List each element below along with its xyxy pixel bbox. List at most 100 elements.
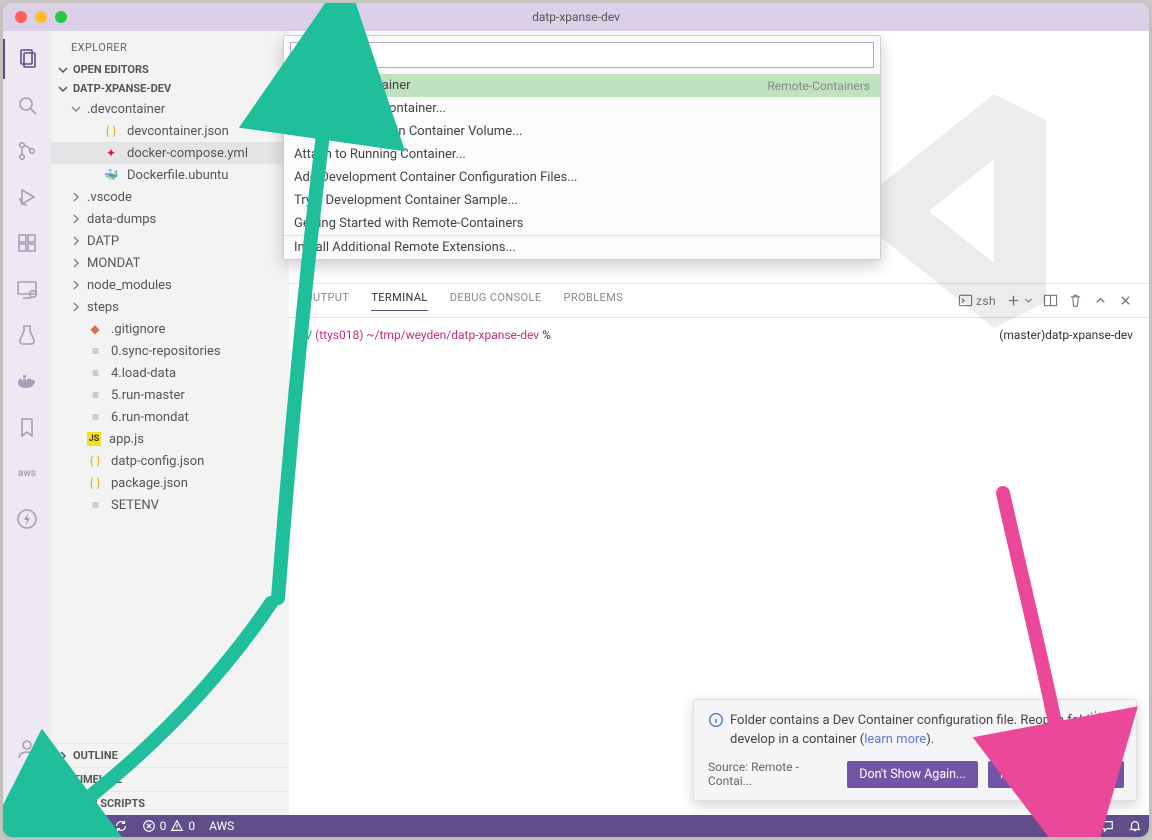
activity-docker-icon[interactable] [3,361,51,401]
file-item[interactable]: ◆.gitignore [51,318,289,340]
file-item[interactable]: { }devcontainer.json [51,120,289,142]
tree-item-label: .gitignore [111,322,165,337]
command-palette-input[interactable] [290,42,874,68]
tree-item-label: SETENV [111,498,159,513]
dont-show-again-button[interactable]: Don't Show Again... [847,761,978,788]
panel-tab-problems[interactable]: PROBLEMS [563,291,623,310]
palette-item-label: Attach to Running Container... [294,147,466,162]
status-aws[interactable]: AWS [202,815,241,837]
close-icon[interactable] [1111,710,1126,725]
outline-section[interactable]: OUTLINE [51,743,289,767]
palette-item[interactable]: Install Additional Remote Extensions... [284,236,880,259]
open-editors-section[interactable]: OPEN EDITORS [51,60,289,79]
activity-search-icon[interactable] [3,85,51,125]
timeline-label: TIMELINE [73,773,122,786]
status-problems[interactable]: 0 0 [135,815,203,837]
file-item[interactable]: JSapp.js [51,428,289,450]
chevron-down-icon [69,103,83,115]
folder-item[interactable]: MONDAT [51,252,289,274]
chevron-right-icon [69,279,83,291]
folder-item[interactable]: steps [51,296,289,318]
notification-source: Source: Remote - Contai... [708,760,837,788]
prompt-mark: % [542,328,551,342]
learn-more-link[interactable]: learn more [864,732,926,747]
timeline-section[interactable]: TIMELINE [51,767,289,791]
remote-icon [12,818,28,834]
prompt-right: (master)datp-xpanse-dev [999,328,1133,342]
panel-close-button[interactable] [1118,293,1133,308]
file-item[interactable]: ✦docker-compose.yml [51,142,289,164]
tree-item-label: MONDAT [87,256,140,271]
gear-icon[interactable] [1088,710,1103,725]
status-warnings-count: 0 [188,819,195,833]
workspace-label: DATP-XPANSE-DEV [73,82,171,95]
activity-thunder-icon[interactable] [3,499,51,539]
panel-tab-debug[interactable]: DEBUG CONSOLE [450,291,542,310]
activity-bookmark-icon[interactable] [3,407,51,447]
status-feedback[interactable] [1093,815,1121,837]
chevron-right-icon [69,213,83,225]
chevron-right-icon [57,750,69,762]
chevron-right-icon [57,774,69,786]
workspace-section[interactable]: DATP-XPANSE-DEV [51,79,289,98]
palette-item[interactable]: Add Development Container Configuration … [284,166,880,189]
status-bell[interactable] [1121,815,1149,837]
palette-item[interactable]: Clone Repository in Container Volume... [284,120,880,143]
reopen-in-container-button[interactable]: Reopen in Container [988,761,1124,788]
activity-debug-icon[interactable] [3,177,51,217]
status-branch[interactable]: master [37,815,107,837]
palette-item[interactable]: Open Folder in Container... [284,97,880,120]
activity-testing-icon[interactable] [3,315,51,355]
file-item[interactable]: { }package.json [51,472,289,494]
tree-item-label: 5.run-master [111,388,185,403]
palette-item-label: Clone Repository in Container Volume... [294,124,522,139]
terminal-kill-button[interactable] [1068,293,1083,308]
tree-item-label: 4.load-data [111,366,176,381]
status-errors-count: 0 [160,819,167,833]
folder-item[interactable]: node_modules [51,274,289,296]
palette-item[interactable]: Getting Started with Remote-Containers [284,212,880,235]
status-remote-button[interactable] [3,815,37,837]
folder-item[interactable]: data-dumps [51,208,289,230]
panel-maximize-button[interactable] [1093,293,1108,308]
file-item[interactable]: 🐳Dockerfile.ubuntu [51,164,289,186]
chevron-right-icon [69,301,83,313]
folder-item[interactable]: .devcontainer [51,98,289,120]
chevron-right-icon [69,257,83,269]
file-item[interactable]: ≡4.load-data [51,362,289,384]
palette-item[interactable]: Attach to Running Container... [284,143,880,166]
trash-icon [1068,293,1083,308]
tree-item-label: Dockerfile.ubuntu [127,168,228,183]
palette-item-label: Install Additional Remote Extensions... [294,240,516,255]
window-title: datp-xpanse-dev [3,10,1149,24]
activity-settings-icon[interactable] [3,775,51,815]
file-item[interactable]: ≡SETENV [51,494,289,516]
tree-item-label: steps [87,300,119,315]
activity-explorer-icon[interactable] [3,39,51,79]
folder-item[interactable]: .vscode [51,186,289,208]
tree-item-label: .devcontainer [87,102,165,117]
activity-scm-icon[interactable] [3,131,51,171]
title-bar: datp-xpanse-dev [3,3,1149,31]
activity-account-icon[interactable] [3,729,51,769]
activity-aws-icon[interactable]: aws [3,453,51,493]
palette-item[interactable]: Reopen in ContainerRemote-Containers [284,74,880,97]
folder-item[interactable]: DATP [51,230,289,252]
activity-extensions-icon[interactable] [3,223,51,263]
status-aws-label: AWS [209,819,234,833]
activity-remote-icon[interactable] [3,269,51,309]
palette-item[interactable]: Try a Development Container Sample... [284,189,880,212]
file-item[interactable]: ≡5.run-master [51,384,289,406]
palette-item-label: Add Development Container Configuration … [294,170,577,185]
sidebar-title: EXPLORER [51,31,289,60]
npm-scripts-section[interactable]: NPM SCRIPTS [51,791,289,815]
status-sync[interactable] [107,815,135,837]
explorer-sidebar: EXPLORER OPEN EDITORS DATP-XPANSE-DEV .d… [51,31,289,815]
tree-item-label: data-dumps [87,212,156,227]
panel-tab-output[interactable]: OUTPUT [305,291,349,310]
file-item[interactable]: ≡0.sync-repositories [51,340,289,362]
panel-tab-terminal[interactable]: TERMINAL [371,291,427,311]
palette-item-label: Open Folder in Container... [294,101,446,116]
file-item[interactable]: { }datp-config.json [51,450,289,472]
file-item[interactable]: ≡6.run-mondat [51,406,289,428]
